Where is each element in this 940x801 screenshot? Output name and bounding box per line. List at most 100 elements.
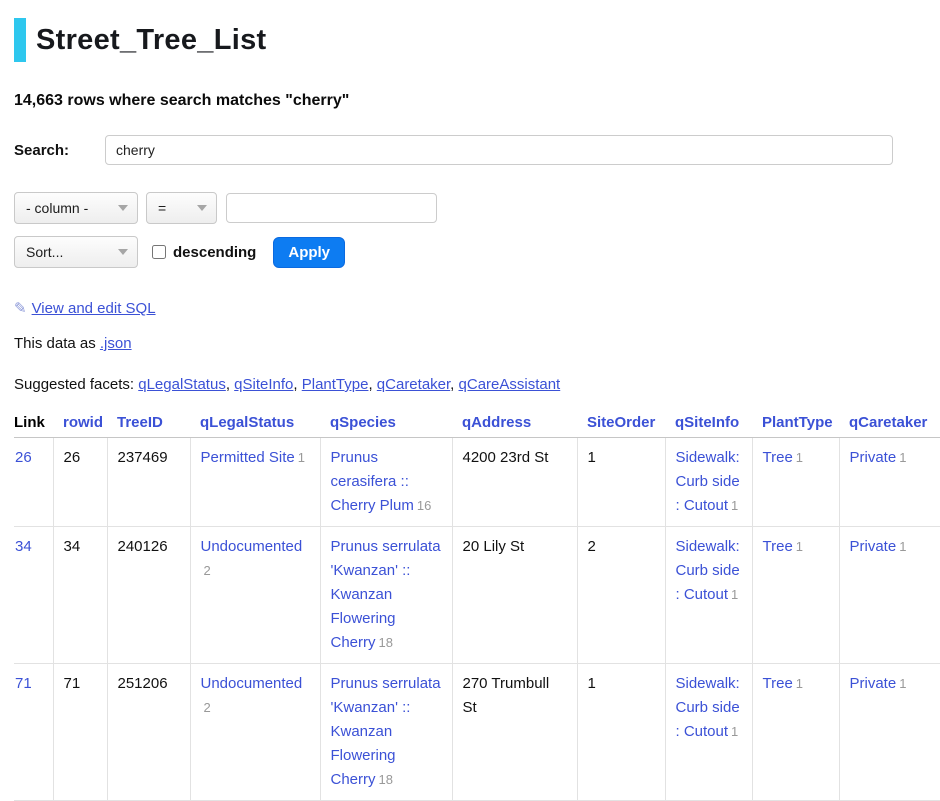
fk-link[interactable]: Private [850, 675, 897, 692]
cell-siteorder: 2 [577, 527, 665, 664]
cell-treeid: 240126 [107, 527, 190, 664]
cell-qcaretaker: Private1 [839, 438, 940, 527]
cell-siteorder: 1 [577, 664, 665, 801]
descending-checkbox[interactable] [152, 245, 166, 259]
search-row: Search: [14, 135, 940, 165]
cell-qaddress: 4200 23rd St [452, 438, 577, 527]
sort-row: Sort... descending Apply [14, 236, 940, 268]
cell-qaddress: 270 Trumbull St [452, 664, 577, 801]
column-header-link: Link [14, 408, 53, 438]
cell-link: 71 [14, 664, 53, 801]
column-header-qaddress: qAddress [452, 408, 577, 438]
search-input[interactable] [105, 135, 893, 165]
row-link[interactable]: 34 [15, 538, 32, 555]
facet-separator: , [226, 376, 234, 393]
column-header-qlegalstatus: qLegalStatus [190, 408, 320, 438]
row-link[interactable]: 71 [15, 675, 32, 692]
fk-id: 18 [379, 635, 393, 650]
filter-row: - column - = [14, 192, 940, 224]
row-count-summary: 14,663 rows where search matches "cherry… [14, 92, 940, 110]
fk-id: 18 [379, 772, 393, 787]
sort-qaddress-link[interactable]: qAddress [462, 414, 531, 431]
json-link[interactable]: .json [100, 335, 132, 352]
cell-qlegalstatus: Undocumented 2 [190, 527, 320, 664]
column-header-rowid: rowid [53, 408, 107, 438]
sort-qspecies-link[interactable]: qSpecies [330, 414, 396, 431]
cell-qaddress: 20 Lily St [452, 527, 577, 664]
fk-id: 1 [731, 724, 738, 739]
data-as-row: This data as .json [14, 335, 940, 352]
cell-qlegalstatus: Permitted Site1 [190, 438, 320, 527]
column-header-treeid: TreeID [107, 408, 190, 438]
table-row: 71 71 251206 Undocumented2 Prunus serrul… [14, 664, 940, 801]
fk-link[interactable]: Undocumented [201, 538, 303, 555]
apply-button[interactable]: Apply [273, 237, 345, 268]
fk-id: 1 [796, 450, 803, 465]
accent-bar [14, 18, 26, 62]
cell-link: 26 [14, 438, 53, 527]
column-header-qsiteinfo: qSiteInfo [665, 408, 752, 438]
filter-operator-select[interactable]: = [146, 192, 217, 224]
descending-label: descending [173, 244, 256, 261]
fk-link[interactable]: Tree [763, 449, 793, 466]
pencil-icon: ✎ [14, 300, 27, 317]
sort-select[interactable]: Sort... [14, 236, 138, 268]
fk-link[interactable]: Tree [763, 538, 793, 555]
cell-qcaretaker: Private1 [839, 527, 940, 664]
filter-column-select[interactable]: - column - [14, 192, 138, 224]
sort-qcaretaker-link[interactable]: qCaretaker [849, 414, 927, 431]
facet-separator: , [450, 376, 458, 393]
chevron-down-icon [118, 205, 128, 211]
fk-id: 16 [417, 498, 431, 513]
fk-link[interactable]: Undocumented [201, 675, 303, 692]
sort-qsiteinfo-link[interactable]: qSiteInfo [675, 414, 739, 431]
cell-qcaretaker: Private1 [839, 664, 940, 801]
facet-link-qlegalstatus[interactable]: qLegalStatus [138, 376, 226, 393]
sort-rowid-link[interactable]: rowid [63, 414, 103, 431]
sort-siteorder-link[interactable]: SiteOrder [587, 414, 655, 431]
cell-rowid: 34 [53, 527, 107, 664]
filter-operator-select-value: = [158, 200, 166, 216]
cell-planttype: Tree1 [752, 527, 839, 664]
table-header-row: Link rowid TreeID qLegalStatus qSpecies … [14, 408, 940, 438]
fk-link[interactable]: Private [850, 449, 897, 466]
facet-link-planttype[interactable]: PlantType [302, 376, 369, 393]
fk-id: 1 [298, 450, 305, 465]
filter-value-input[interactable] [226, 193, 437, 223]
search-label: Search: [14, 142, 105, 159]
cell-qspecies: Prunus cerasifera :: Cherry Plum16 [320, 438, 452, 527]
page-header: Street_Tree_List [14, 18, 940, 62]
sql-row: ✎ View and edit SQL [14, 299, 940, 317]
fk-link[interactable]: Permitted Site [201, 449, 295, 466]
facet-link-qsiteinfo[interactable]: qSiteInfo [234, 376, 293, 393]
results-table: Link rowid TreeID qLegalStatus qSpecies … [14, 408, 940, 801]
cell-rowid: 71 [53, 664, 107, 801]
sort-planttype-link[interactable]: PlantType [762, 414, 833, 431]
cell-rowid: 26 [53, 438, 107, 527]
cell-treeid: 237469 [107, 438, 190, 527]
cell-planttype: Tree1 [752, 664, 839, 801]
row-link[interactable]: 26 [15, 449, 32, 466]
column-header-qspecies: qSpecies [320, 408, 452, 438]
fk-id: 1 [796, 676, 803, 691]
sort-select-value: Sort... [26, 244, 63, 260]
column-header-qcaretaker: qCaretaker [839, 408, 940, 438]
table-row: 26 26 237469 Permitted Site1 Prunus cera… [14, 438, 940, 527]
view-edit-sql-link[interactable]: View and edit SQL [32, 300, 156, 317]
cell-qsiteinfo: Sidewalk: Curb side : Cutout1 [665, 438, 752, 527]
data-as-prefix: This data as [14, 335, 100, 352]
fk-id: 1 [899, 676, 906, 691]
suggested-facets-row: Suggested facets: qLegalStatus, qSiteInf… [14, 376, 940, 393]
fk-id: 2 [204, 563, 211, 578]
cell-planttype: Tree1 [752, 438, 839, 527]
cell-treeid: 251206 [107, 664, 190, 801]
facets-prefix: Suggested facets: [14, 376, 138, 393]
fk-link[interactable]: Private [850, 538, 897, 555]
facet-link-qcareassistant[interactable]: qCareAssistant [459, 376, 561, 393]
column-header-planttype: PlantType [752, 408, 839, 438]
fk-link[interactable]: Tree [763, 675, 793, 692]
fk-link[interactable]: Prunus cerasifera :: Cherry Plum [331, 449, 414, 514]
facet-link-qcaretaker[interactable]: qCaretaker [377, 376, 450, 393]
sort-treeid-link[interactable]: TreeID [117, 414, 163, 431]
sort-qlegalstatus-link[interactable]: qLegalStatus [200, 414, 294, 431]
